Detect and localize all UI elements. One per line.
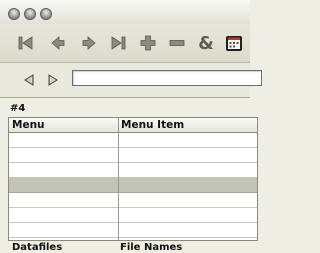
title-bar (0, 0, 250, 24)
calendar-button[interactable] (223, 32, 245, 54)
table-row-selected[interactable] (9, 178, 257, 193)
table-row[interactable] (9, 223, 257, 238)
add-record-button[interactable] (137, 32, 159, 54)
file-names-label: File Names (120, 242, 183, 253)
delete-record-icon (169, 40, 185, 46)
first-record-button[interactable] (15, 32, 37, 54)
table-row[interactable] (9, 193, 257, 208)
delete-record-button[interactable] (166, 32, 188, 54)
previous-record-icon (51, 36, 65, 50)
previous-record-button[interactable] (47, 32, 69, 54)
table-row[interactable] (9, 133, 257, 148)
first-record-icon (18, 36, 33, 50)
table-row[interactable] (9, 148, 257, 163)
ampersand-icon: & (198, 32, 214, 54)
forward-button[interactable] (46, 73, 60, 87)
table-row[interactable] (9, 163, 257, 178)
minimize-window-button[interactable] (24, 8, 36, 20)
datafiles-label: Datafiles (12, 242, 63, 253)
last-record-icon (111, 36, 126, 50)
menu-table: Menu Menu Item (8, 117, 258, 241)
triangle-right-icon (48, 74, 58, 86)
column-header-menu[interactable]: Menu (12, 119, 45, 131)
triangle-left-icon (24, 74, 34, 86)
back-button[interactable] (22, 73, 36, 87)
record-search-input[interactable] (72, 70, 262, 86)
zoom-window-button[interactable] (40, 8, 52, 20)
next-record-button[interactable] (78, 32, 100, 54)
toolbar: & (0, 24, 250, 63)
close-window-button[interactable] (8, 8, 20, 20)
column-header-menu-item[interactable]: Menu Item (121, 119, 184, 131)
record-number-label: #4 (10, 103, 26, 114)
ampersand-button[interactable]: & (195, 32, 217, 54)
calendar-icon (226, 36, 242, 51)
next-record-icon (82, 36, 96, 50)
last-record-button[interactable] (107, 32, 129, 54)
add-record-icon (140, 35, 156, 51)
table-row[interactable] (9, 208, 257, 223)
table-header: Menu Menu Item (9, 118, 257, 133)
column-divider[interactable] (118, 118, 119, 240)
